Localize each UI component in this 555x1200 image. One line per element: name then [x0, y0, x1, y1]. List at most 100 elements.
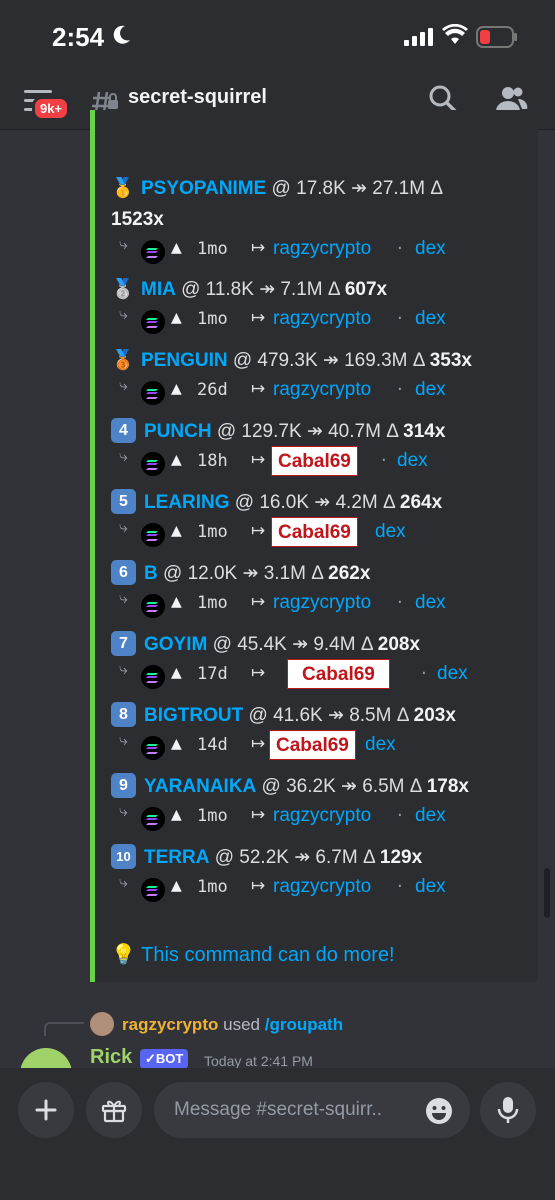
maps-to-icon: ↦: [251, 379, 266, 399]
caller-link[interactable]: ragzycrypto: [273, 592, 371, 614]
separator: ·: [397, 238, 403, 259]
message-composer: [0, 1068, 555, 1200]
ticker-link[interactable]: B: [144, 563, 158, 584]
entry-multiplier: 1523x: [111, 209, 164, 230]
caller-cabal-badge[interactable]: Cabal69: [271, 446, 358, 476]
dex-link[interactable]: dex: [415, 238, 446, 260]
reply-arrow-icon: ⤷: [119, 304, 128, 323]
gold-medal-icon: 🥇: [111, 178, 135, 199]
reply-arrow-icon: ⤷: [119, 446, 128, 465]
dex-link[interactable]: dex: [415, 805, 446, 827]
ticker-link[interactable]: PUNCH: [144, 421, 212, 442]
ticker-link[interactable]: BIGTROUT: [144, 705, 243, 726]
ticker-link[interactable]: MIA: [141, 279, 176, 300]
separator: ·: [397, 379, 403, 400]
dex-link[interactable]: dex: [365, 734, 396, 756]
reply-command[interactable]: /groupath: [265, 1015, 343, 1034]
caller-cabal-badge[interactable]: Cabal69: [287, 659, 390, 689]
rank-7-icon: 7: [111, 631, 136, 656]
leaderboard-entry: 🥈 MIA @ 11.8K ↠ 7.1M Δ 607x: [111, 274, 531, 305]
up-triangle-icon: ▲: [171, 381, 182, 397]
gift-button[interactable]: [86, 1082, 142, 1138]
message-author[interactable]: Rick: [90, 1046, 132, 1069]
solana-icon: [141, 523, 165, 547]
entry-detail: ⤷ ▲ 1mo ↦ ragzycrypto · dex: [119, 872, 538, 904]
silver-medal-icon: 🥈: [111, 279, 135, 300]
command-reference[interactable]: ragzycrypto used /groupath: [122, 1015, 343, 1035]
leaderboard-entry: 4 PUNCH @ 129.7K ↠ 40.7M Δ 314x: [111, 416, 531, 447]
dex-link[interactable]: dex: [375, 521, 406, 543]
avatar[interactable]: [90, 1012, 114, 1036]
more-hint[interactable]: 💡 This command can do more!: [111, 942, 395, 967]
caller-link[interactable]: ragzycrypto: [273, 876, 371, 898]
entry-stats: @ 12.0K ↠ 3.1M Δ: [157, 563, 329, 584]
caller-cabal-badge[interactable]: Cabal69: [271, 517, 358, 547]
ticker-link[interactable]: LEARING: [144, 492, 230, 513]
status-bar: 2:54: [0, 0, 555, 74]
entry-stats: @ 17.8K ↠ 27.1M Δ: [266, 178, 444, 199]
maps-to-icon: ↦: [251, 238, 266, 258]
caller-link[interactable]: ragzycrypto: [273, 308, 371, 330]
solana-icon: [141, 452, 165, 476]
voice-message-button[interactable]: [480, 1082, 536, 1138]
entry-multiplier: 314x: [403, 421, 446, 442]
leaderboard-embed: 🥇 PSYOPANIME @ 17.8K ↠ 27.1M Δ 1523x ⤷ ▲ …: [90, 110, 538, 982]
maps-to-icon: ↦: [251, 876, 266, 896]
entry-age: 17d: [197, 664, 228, 684]
reply-connector: [44, 1022, 84, 1036]
ticker-link[interactable]: GOYIM: [144, 634, 207, 655]
leaderboard-entry: 8 BIGTROUT @ 41.6K ↠ 8.5M Δ 203x: [111, 700, 531, 731]
ticker-link[interactable]: PENGUIN: [141, 350, 228, 371]
dex-link[interactable]: dex: [397, 450, 428, 472]
maps-to-icon: ↦: [251, 308, 266, 328]
dex-link[interactable]: dex: [415, 379, 446, 401]
reply-arrow-icon: ⤷: [119, 801, 128, 820]
dex-link[interactable]: dex: [415, 308, 446, 330]
maps-to-icon: ↦: [251, 805, 266, 825]
caller-link[interactable]: ragzycrypto: [273, 379, 371, 401]
entry-age: 1mo: [197, 522, 228, 542]
entry-multiplier: 178x: [426, 776, 469, 797]
reply-arrow-icon: ⤷: [119, 517, 128, 536]
rank-4-icon: 4: [111, 418, 136, 443]
microphone-icon: [497, 1097, 519, 1123]
entry-stats: @ 16.0K ↠ 4.2M Δ: [229, 492, 400, 513]
emoji-icon[interactable]: [424, 1096, 454, 1126]
leaderboard-entry: 9 YARANAIKA @ 36.2K ↠ 6.5M Δ 178x: [111, 771, 531, 802]
entry-detail: ⤷ ▲ 1mo ↦ ragzycrypto · dex: [119, 801, 538, 833]
ticker-link[interactable]: PSYOPANIME: [141, 178, 266, 199]
ticker-link[interactable]: YARANAIKA: [144, 776, 256, 797]
caller-cabal-badge[interactable]: Cabal69: [269, 730, 356, 760]
leaderboard-entry: 6B @ 12.0K ↠ 3.1M Δ 262x: [111, 558, 531, 589]
maps-to-icon: ↦: [251, 663, 266, 683]
entry-multiplier: 262x: [328, 563, 371, 584]
dex-link[interactable]: dex: [437, 663, 468, 685]
cell-signal-icon: [404, 28, 433, 46]
entry-multiplier: 203x: [413, 705, 456, 726]
reply-used-text: used: [223, 1015, 260, 1034]
maps-to-icon: ↦: [251, 592, 266, 612]
attach-button[interactable]: [18, 1082, 74, 1138]
maps-to-icon: ↦: [251, 450, 266, 470]
gift-icon: [101, 1100, 127, 1123]
caller-link[interactable]: ragzycrypto: [273, 805, 371, 827]
leaderboard-entry: 🥇 PSYOPANIME @ 17.8K ↠ 27.1M Δ 1523x: [111, 173, 531, 235]
dex-link[interactable]: dex: [415, 876, 446, 898]
caller-link[interactable]: ragzycrypto: [273, 238, 371, 260]
lightbulb-icon: 💡: [111, 944, 136, 966]
up-triangle-icon: ▲: [171, 452, 182, 468]
entry-age: 1mo: [197, 239, 228, 259]
message-input[interactable]: [154, 1082, 470, 1138]
reply-arrow-icon: ⤷: [119, 234, 128, 253]
rank-6-icon: 6: [111, 560, 136, 585]
entry-age: 1mo: [197, 309, 228, 329]
clock: 2:54: [52, 22, 105, 52]
reply-username[interactable]: ragzycrypto: [122, 1015, 218, 1034]
ticker-link[interactable]: TERRA: [144, 847, 209, 868]
entry-stats: @ 45.4K ↠ 9.4M Δ: [207, 634, 378, 655]
rank-10-icon: 10: [111, 844, 136, 869]
scrollbar[interactable]: [544, 868, 550, 918]
unread-badge: 9k+: [32, 96, 71, 121]
rank-9-icon: 9: [111, 773, 136, 798]
dex-link[interactable]: dex: [415, 592, 446, 614]
